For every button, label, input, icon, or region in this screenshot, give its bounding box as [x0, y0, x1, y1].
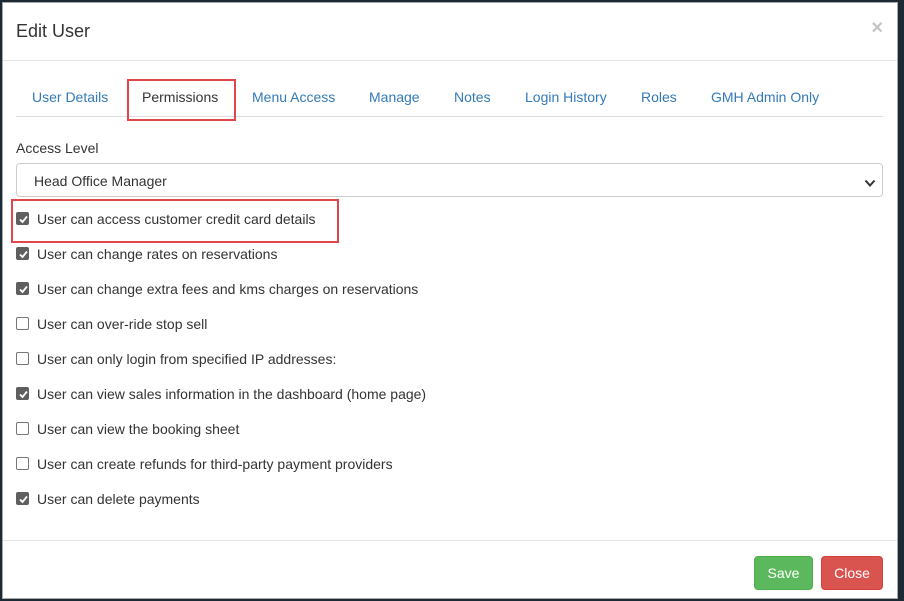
tab-roles[interactable]: Roles — [641, 89, 677, 105]
checkmark-icon — [19, 250, 28, 259]
permission-label: User can create refunds for third-party … — [37, 456, 393, 472]
save-button[interactable]: Save — [754, 556, 813, 590]
checkbox-checked[interactable] — [16, 387, 29, 400]
checkbox-checked[interactable] — [16, 247, 29, 260]
close-button[interactable]: Close — [821, 556, 883, 590]
checkbox-checked[interactable] — [16, 282, 29, 295]
tab-menu-access[interactable]: Menu Access — [252, 89, 335, 105]
access-level-select[interactable]: Head Office Manager — [16, 163, 883, 197]
checkbox-unchecked[interactable] — [16, 352, 29, 365]
permission-label: User can over-ride stop sell — [37, 316, 208, 332]
close-icon[interactable]: × — [871, 17, 883, 40]
permission-label: User can change extra fees and kms charg… — [37, 281, 419, 297]
permission-label: User can delete payments — [37, 491, 200, 507]
edit-user-modal: Edit User × User Details Permissions Men… — [2, 2, 898, 599]
tab-gmh-admin-only[interactable]: GMH Admin Only — [711, 89, 819, 105]
permission-label: User can view the booking sheet — [37, 421, 240, 437]
permission-label: User can only login from specified IP ad… — [37, 351, 337, 367]
access-level-value: Head Office Manager — [34, 173, 167, 189]
modal-title: Edit User — [16, 21, 91, 41]
checkmark-icon — [19, 390, 28, 399]
tab-manage[interactable]: Manage — [369, 89, 420, 105]
checkbox-unchecked[interactable] — [16, 457, 29, 470]
credit-card-permission-highlight — [11, 199, 339, 243]
modal-header: Edit User × — [3, 3, 897, 61]
permissions-tab-highlight — [127, 79, 236, 121]
checkbox-unchecked[interactable] — [16, 422, 29, 435]
access-level-label: Access Level — [16, 140, 99, 156]
permission-label: User can change rates on reservations — [37, 246, 278, 262]
checkbox-unchecked[interactable] — [16, 317, 29, 330]
checkmark-icon — [19, 495, 28, 504]
tab-user-details[interactable]: User Details — [32, 89, 108, 105]
tab-login-history[interactable]: Login History — [525, 89, 607, 105]
checkmark-icon — [19, 285, 28, 294]
checkbox-checked[interactable] — [16, 492, 29, 505]
chevron-down-icon — [864, 175, 876, 193]
modal-footer-divider — [3, 540, 897, 541]
permission-label: User can view sales information in the d… — [37, 386, 427, 402]
tab-notes[interactable]: Notes — [454, 89, 491, 105]
